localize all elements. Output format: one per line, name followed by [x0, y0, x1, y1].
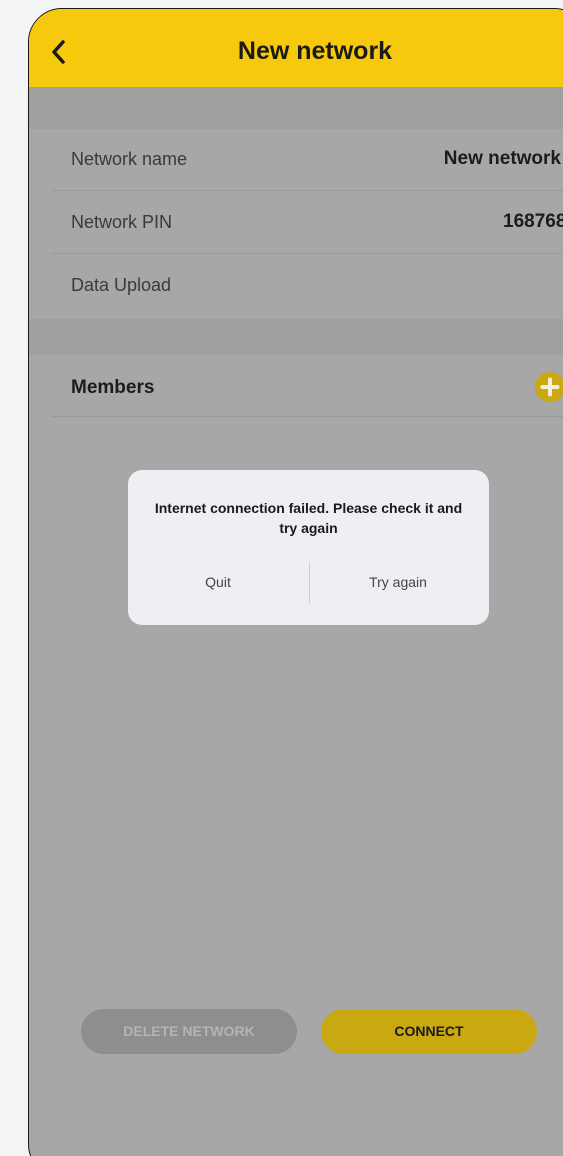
app-header: New network: [29, 9, 563, 87]
network-pin-value: 1687682: [503, 211, 563, 232]
data-upload-label: Data Upload: [71, 275, 172, 295]
phone-screen: New network Network name New network Net…: [28, 8, 563, 1156]
section-spacer: [29, 87, 563, 129]
network-name-label: Network name: [71, 149, 188, 169]
members-row: Members: [51, 355, 563, 417]
section-spacer: [29, 319, 563, 355]
quit-button[interactable]: Quit: [143, 574, 293, 590]
delete-network-button[interactable]: DELETE NETWORK: [81, 1009, 297, 1054]
network-pin-row: Network PIN 1687682: [51, 192, 563, 254]
add-circle-icon[interactable]: [535, 372, 563, 402]
network-name-value: New network: [443, 148, 561, 169]
dialog-message: Internet connection failed. Please check…: [154, 500, 463, 536]
connection-error-dialog: Internet connection failed. Please check…: [128, 470, 489, 625]
members-label: Members: [71, 377, 155, 398]
connect-button[interactable]: CONNECT: [321, 1009, 537, 1054]
network-name-row[interactable]: Network name New network: [51, 129, 563, 191]
page-title: New network: [237, 37, 393, 65]
try-again-button[interactable]: Try again: [323, 574, 473, 590]
dialog-button-divider: [309, 562, 310, 604]
network-pin-label: Network PIN: [71, 212, 173, 232]
data-upload-row[interactable]: Data Upload: [51, 255, 563, 317]
